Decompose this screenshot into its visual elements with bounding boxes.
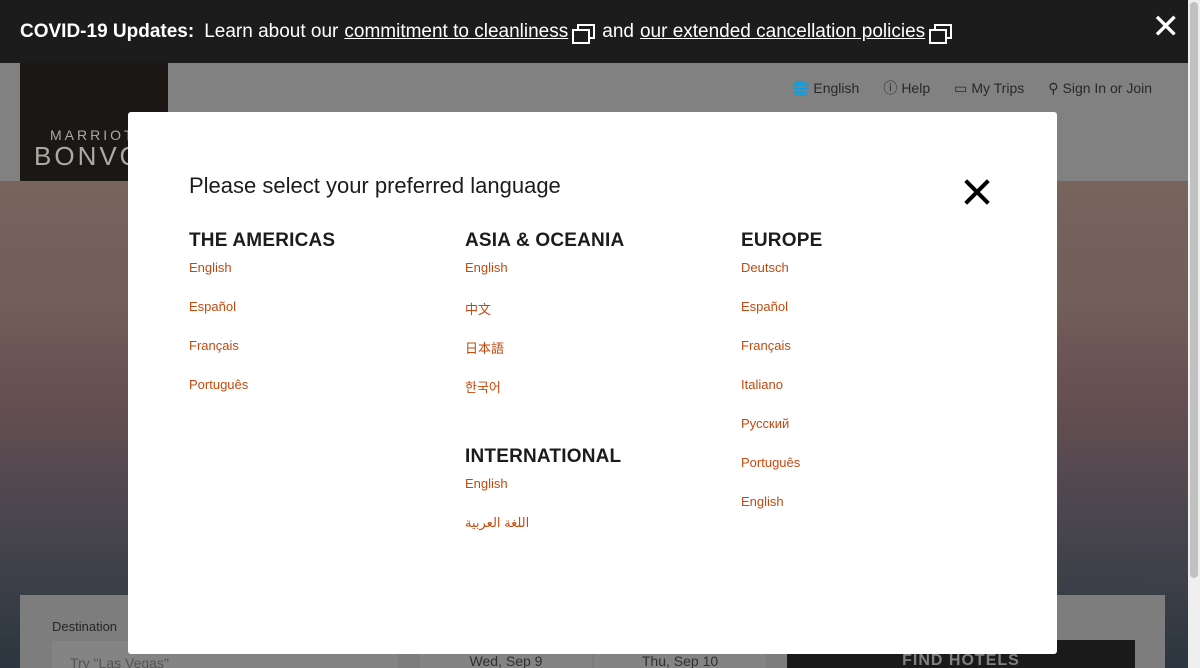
language-option[interactable]: Italiano [741, 377, 783, 392]
scrollbar-thumb[interactable] [1190, 2, 1198, 578]
covid-text-and: and [602, 20, 634, 42]
region-heading: INTERNATIONAL [465, 446, 622, 467]
language-option[interactable]: 日本語 [465, 341, 504, 356]
language-option[interactable]: English [465, 260, 508, 275]
external-link-icon [929, 23, 953, 44]
cancellation-link[interactable]: our extended cancellation policies [640, 21, 925, 43]
region-europe: EUROPE Deutsch Español Français Italiano… [741, 230, 822, 533]
language-option[interactable]: Русский [741, 416, 789, 431]
close-icon[interactable] [963, 178, 991, 206]
language-option[interactable]: Français [189, 338, 239, 353]
region-heading: THE AMERICAS [189, 230, 336, 251]
language-option[interactable]: Deutsch [741, 260, 789, 275]
language-option[interactable]: Español [741, 299, 788, 314]
language-modal: Please select your preferred language TH… [128, 112, 1057, 654]
banner-close-icon[interactable]: ✕ [1152, 10, 1181, 44]
language-option[interactable]: English [741, 494, 784, 509]
language-option[interactable]: Español [189, 299, 236, 314]
covid-banner: COVID-19 Updates: Learn about our commit… [0, 0, 1200, 63]
language-option[interactable]: Português [189, 377, 248, 392]
covid-title: COVID-19 Updates: [20, 20, 195, 42]
covid-text: Learn about our [204, 20, 339, 42]
language-option[interactable]: English [189, 260, 232, 275]
modal-title: Please select your preferred language [189, 173, 561, 198]
language-option[interactable]: 한국어 [465, 380, 501, 395]
language-option[interactable]: اللغة العربية [465, 515, 529, 530]
region-americas: THE AMERICAS English Español Français Po… [189, 230, 335, 416]
language-option[interactable]: Português [741, 455, 800, 470]
region-heading: EUROPE [741, 230, 823, 251]
language-option[interactable]: English [465, 476, 508, 491]
region-heading: ASIA & OCEANIA [465, 230, 625, 251]
language-option[interactable]: Français [741, 338, 791, 353]
external-link-icon [572, 23, 596, 44]
region-asia-oceania: ASIA & OCEANIA English 中文 日本語 한국어 [465, 230, 624, 416]
region-international: INTERNATIONAL English اللغة العربية [465, 446, 621, 554]
cleanliness-link[interactable]: commitment to cleanliness [344, 21, 568, 43]
language-option[interactable]: 中文 [465, 302, 491, 317]
